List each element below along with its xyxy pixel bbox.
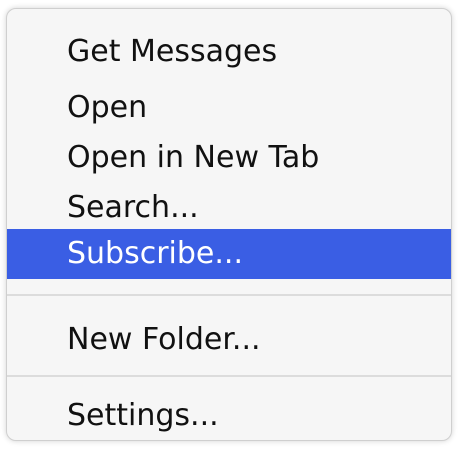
menu-item-settings[interactable]: Settings... — [7, 391, 451, 441]
context-menu: Get Messages Open Open in New Tab Search… — [6, 8, 452, 441]
menu-separator — [7, 294, 451, 296]
menu-item-search[interactable]: Search... — [7, 183, 451, 233]
menu-item-subscribe[interactable]: Subscribe... — [7, 229, 451, 279]
menu-item-open-in-new-tab[interactable]: Open in New Tab — [7, 133, 451, 183]
menu-separator — [7, 375, 451, 377]
menu-item-open[interactable]: Open — [7, 83, 451, 133]
menu-item-get-messages[interactable]: Get Messages — [7, 27, 451, 77]
menu-item-new-folder[interactable]: New Folder... — [7, 315, 451, 365]
